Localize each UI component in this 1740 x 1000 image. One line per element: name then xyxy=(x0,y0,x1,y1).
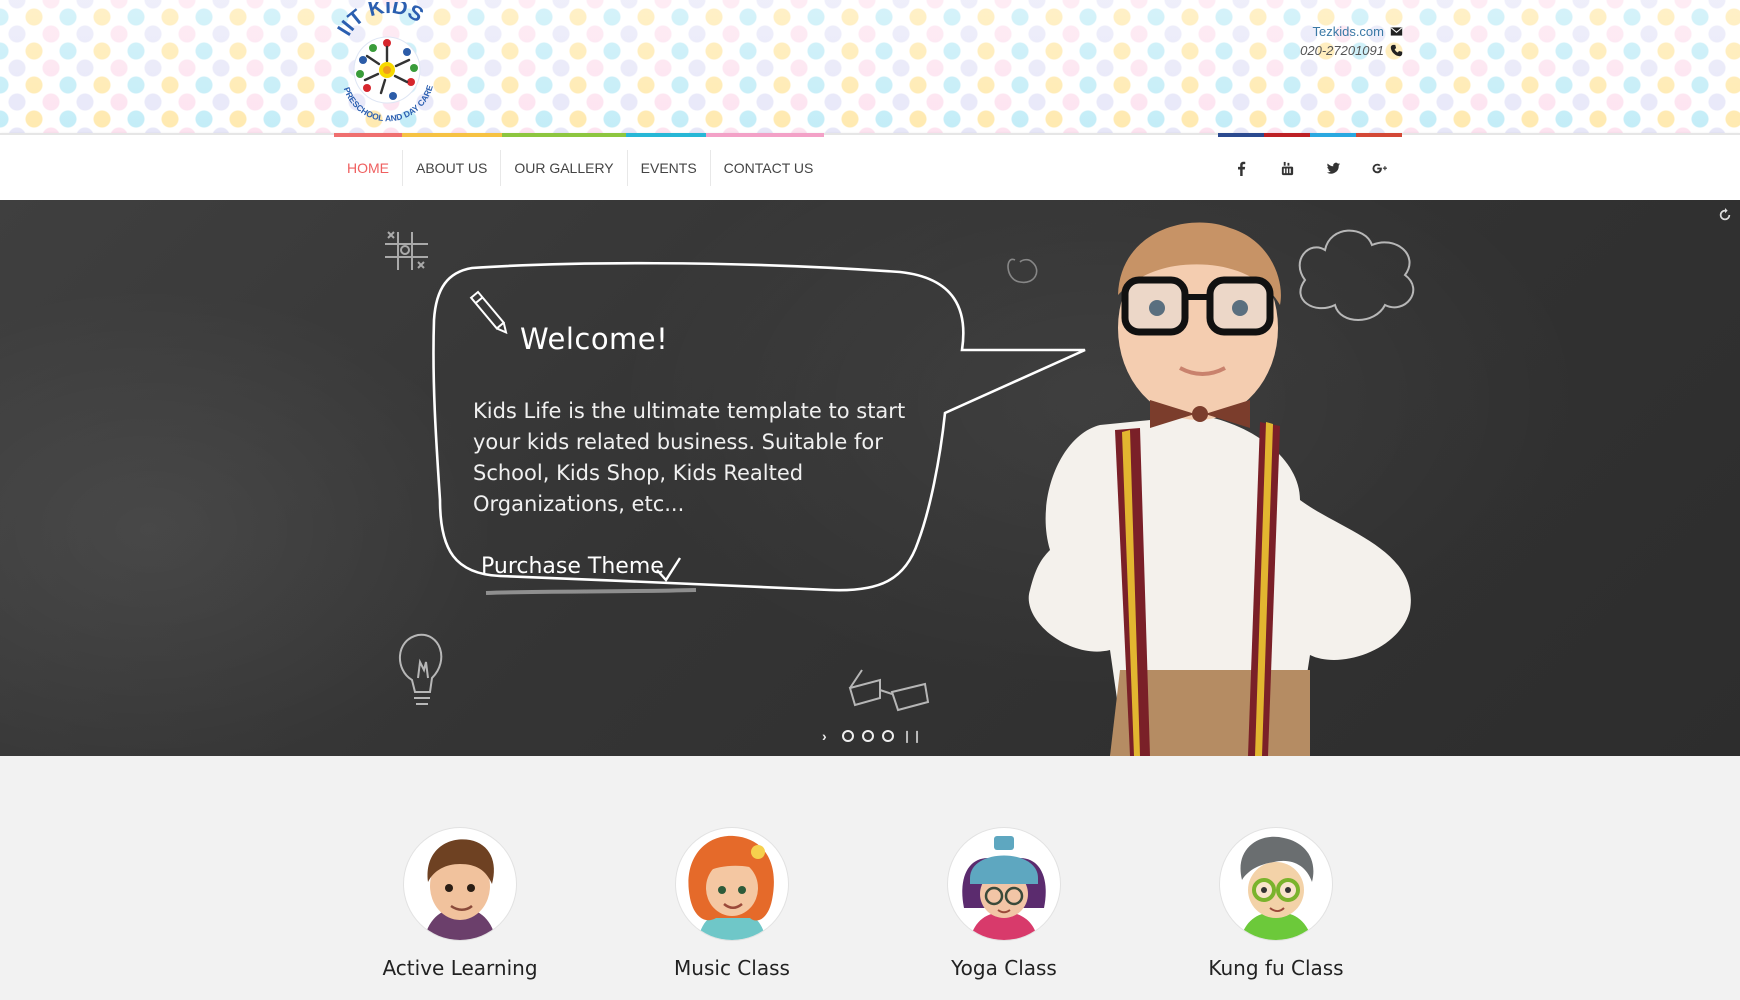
feature-title: Kung fu Class xyxy=(1208,956,1344,980)
contact-info: Tezkids.com 020-27201091 xyxy=(1300,22,1403,60)
phone-icon xyxy=(1390,44,1403,57)
slider-dot-1[interactable] xyxy=(842,730,854,742)
reload-icon[interactable] xyxy=(1718,208,1732,222)
glasses-boy-avatar xyxy=(1220,828,1332,940)
boy-avatar xyxy=(404,828,516,940)
pause-icon[interactable]: ❙❙ xyxy=(902,729,922,743)
google-plus-link[interactable] xyxy=(1356,150,1402,186)
feature-title: Yoga Class xyxy=(951,956,1057,980)
facebook-link[interactable] xyxy=(1218,150,1264,186)
cta-underline xyxy=(485,588,697,595)
next-slide-arrow-icon[interactable]: › xyxy=(822,728,834,744)
envelope-icon xyxy=(1390,27,1403,36)
twitter-icon xyxy=(1326,162,1340,174)
slider-dot-2[interactable] xyxy=(862,730,874,742)
nav-events[interactable]: EVENTS xyxy=(628,150,711,186)
kid-photo xyxy=(1028,222,1411,756)
website-link[interactable]: Tezkids.com xyxy=(1312,22,1384,41)
cloud-doodle xyxy=(1298,229,1415,321)
feature-active-learning[interactable]: Active Learning xyxy=(350,828,570,980)
feature-title: Active Learning xyxy=(382,956,538,980)
bubble-text: Kids Life is the ultimate template to st… xyxy=(473,399,906,516)
hat-girl-avatar xyxy=(948,828,1060,940)
purchase-theme-button[interactable]: Purchase Theme xyxy=(481,554,664,579)
hero-slider: Welcome! Kids Life is the ultimate templ… xyxy=(0,200,1740,756)
google-plus-icon xyxy=(1371,163,1387,173)
features-section: Active Learning Music Class Yoga Class K… xyxy=(0,756,1740,1000)
logo-image: IIT KIDS PRESCHOOL AND DAY CARE xyxy=(333,0,435,123)
svg-text:IIT KIDS: IIT KIDS xyxy=(333,2,427,40)
glasses-doodle xyxy=(848,669,930,712)
logo-text: IIT KIDS xyxy=(333,0,427,40)
phone-number[interactable]: 020-27201091 xyxy=(1300,41,1384,60)
pencil-icon xyxy=(469,290,508,335)
main-menu: HOME ABOUT US OUR GALLERY EVENTS CONTACT… xyxy=(334,135,826,201)
feature-title: Music Class xyxy=(674,956,790,980)
nav-contact-us[interactable]: CONTACT US xyxy=(711,150,827,186)
lightbulb-doodle xyxy=(398,633,443,705)
nav-about-us[interactable]: ABOUT US xyxy=(403,150,502,186)
logo[interactable]: IIT KIDS PRESCHOOL AND DAY CARE xyxy=(330,0,448,127)
social-links xyxy=(1218,135,1402,201)
tic-tac-toe-doodle xyxy=(385,231,428,270)
main-navbar: HOME ABOUT US OUR GALLERY EVENTS CONTACT… xyxy=(0,133,1740,202)
slider-dot-3[interactable] xyxy=(882,730,894,742)
site-header: IIT KIDS PRESCHOOL AND DAY CARE Tezkids.… xyxy=(0,0,1740,133)
nav-our-gallery[interactable]: OUR GALLERY xyxy=(501,150,628,186)
redhead-girl-avatar xyxy=(676,828,788,940)
slider-controls: › ❙❙ xyxy=(822,728,922,744)
facebook-icon xyxy=(1237,161,1245,176)
youtube-link[interactable] xyxy=(1264,150,1310,186)
feature-yoga-class[interactable]: Yoga Class xyxy=(894,828,1114,980)
youtube-icon xyxy=(1281,161,1293,175)
nav-home[interactable]: HOME xyxy=(334,150,403,186)
bubble-title: Welcome! xyxy=(520,322,669,356)
apple-doodle xyxy=(1007,258,1038,284)
twitter-link[interactable] xyxy=(1310,150,1356,186)
feature-music-class[interactable]: Music Class xyxy=(622,828,842,980)
feature-kung-fu-class[interactable]: Kung fu Class xyxy=(1166,828,1386,980)
